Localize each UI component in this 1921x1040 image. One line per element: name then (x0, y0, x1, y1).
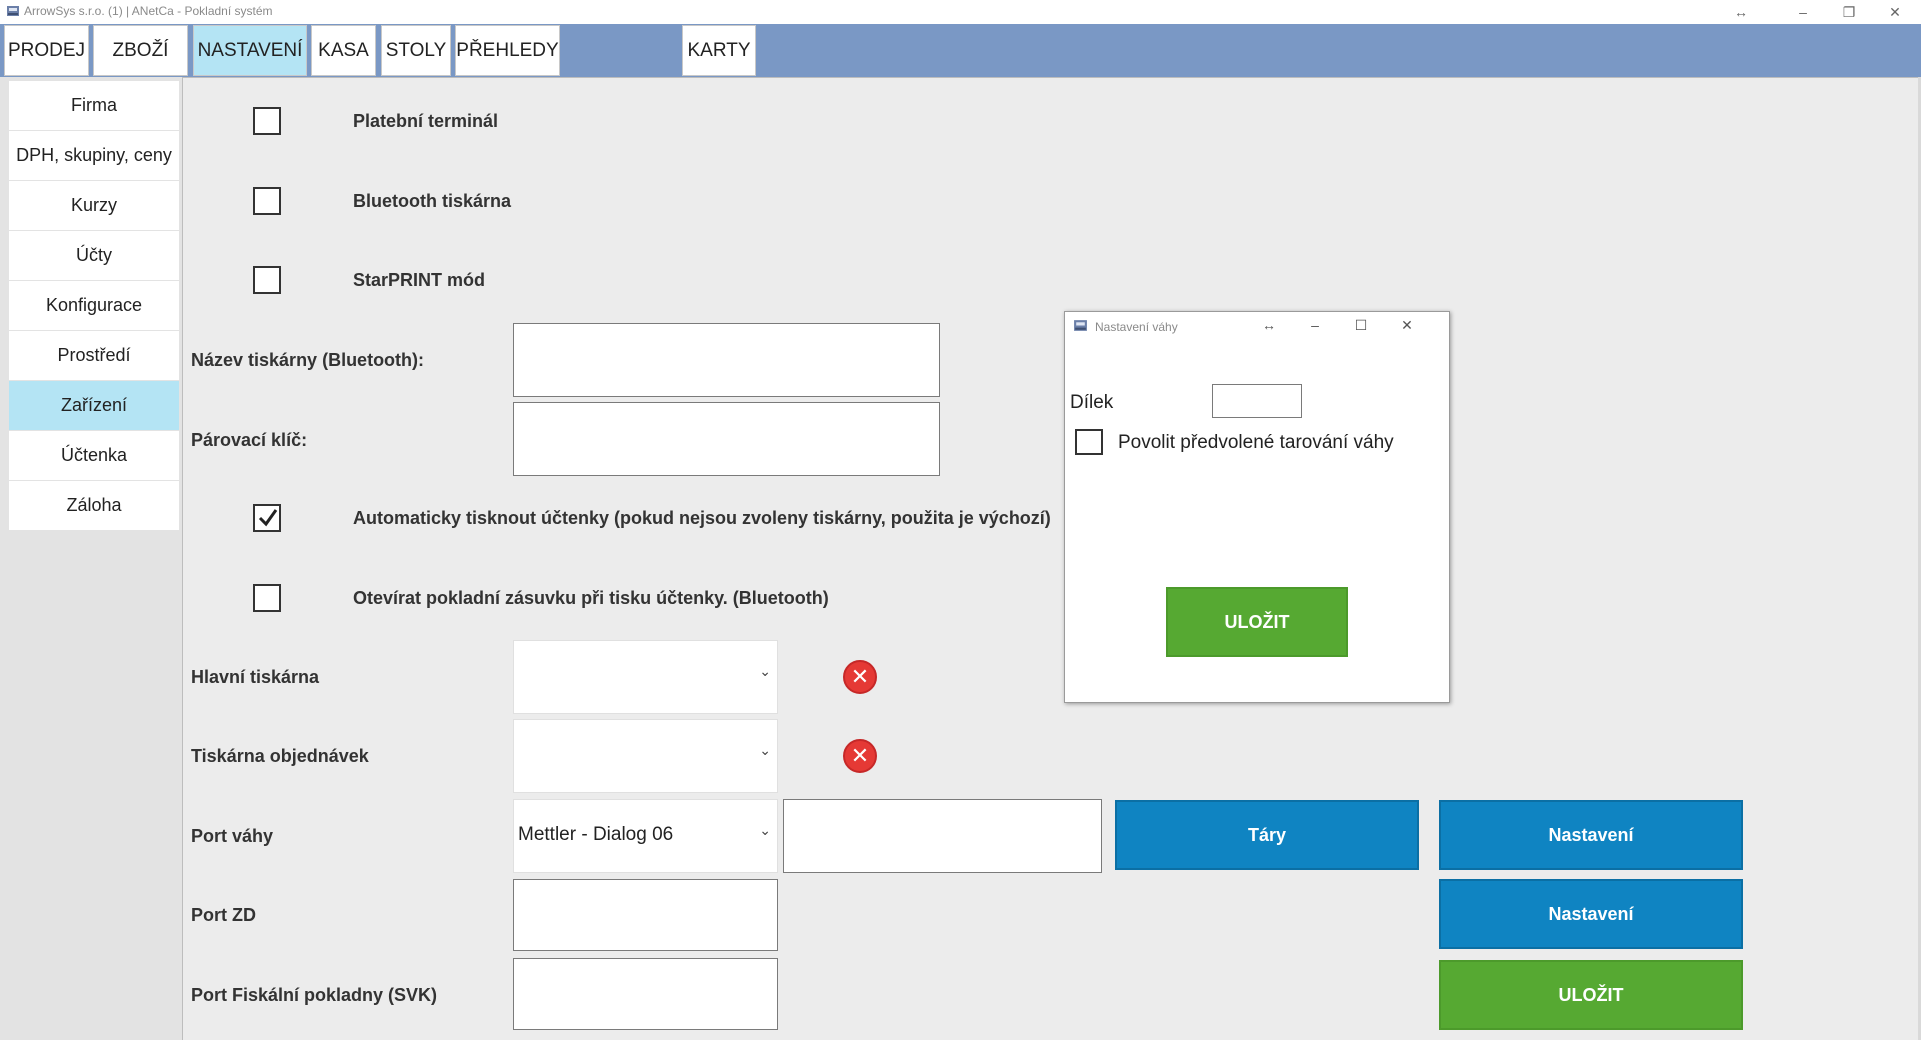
sidebar-item-dph[interactable]: DPH, skupiny, ceny (9, 131, 179, 180)
main-menu-bar: PRODEJ ZBOŽÍ NASTAVENÍ KASA STOLY PŘEHLE… (0, 24, 1921, 77)
close-button[interactable]: ✕ (1872, 0, 1918, 24)
menu-kasa[interactable]: KASA (311, 25, 376, 76)
scale-settings-dialog: Nastavení váhy ↔ – ☐ ✕ Dílek Povolit pře… (1064, 311, 1450, 703)
menu-karty[interactable]: KARTY (682, 25, 756, 76)
payment-terminal-checkbox[interactable] (253, 107, 281, 135)
zd-port-label: Port ZD (191, 905, 256, 925)
scale-port-label: Port váhy (191, 826, 274, 846)
sidebar-item-zaloha[interactable]: Záloha (9, 481, 179, 530)
menu-stoly[interactable]: STOLY (381, 25, 451, 76)
bluetooth-printer-checkbox[interactable] (253, 187, 281, 215)
scale-settings-button[interactable]: Nastavení (1439, 800, 1743, 870)
sidebar-item-konfigurace[interactable]: Konfigurace (9, 281, 179, 330)
menu-zbozi[interactable]: ZBOŽÍ (93, 25, 188, 76)
tare-preset-checkbox[interactable] (1075, 429, 1103, 455)
dilek-input[interactable] (1212, 384, 1302, 418)
order-printer-label: Tiskárna objednávek (191, 746, 369, 766)
zd-port-input[interactable] (513, 879, 778, 951)
scale-port-extra-input[interactable] (783, 799, 1102, 873)
tare-button[interactable]: Táry (1115, 800, 1419, 870)
menu-nastaveni[interactable]: NASTAVENÍ (193, 25, 307, 76)
menu-prehledy[interactable]: PŘEHLEDY (455, 25, 560, 76)
restore-button[interactable]: ❐ (1826, 0, 1872, 24)
printer-name-input[interactable] (513, 323, 940, 397)
app-icon (1074, 320, 1087, 331)
pairing-key-input[interactable] (513, 402, 940, 476)
scale-port-value: Mettler - Dialog 06 (518, 824, 674, 845)
printer-name-label: Název tiskárny (Bluetooth): (191, 350, 425, 370)
dialog-title: Nastavení váhy (1095, 320, 1178, 334)
bluetooth-printer-label: Bluetooth tiskárna (353, 191, 512, 211)
clear-main-printer-icon[interactable]: ✕ (843, 660, 877, 694)
resize-icon[interactable]: ↔ (1251, 314, 1287, 336)
sidebar-item-ucty[interactable]: Účty (9, 231, 179, 280)
dialog-maximize-button[interactable]: ☐ (1343, 314, 1379, 336)
pairing-key-label: Párovací klíč: (191, 430, 308, 450)
main-printer-label: Hlavní tiskárna (191, 667, 320, 687)
chevron-down-icon: ⌄ (759, 663, 771, 679)
starprint-label: StarPRINT mód (353, 270, 486, 290)
title-bar: ArrowSys s.r.o. (1) | ANetCa - Pokladní … (0, 0, 1921, 24)
fiscal-port-input[interactable] (513, 958, 778, 1030)
device-settings-panel: Platební terminál Bluetooth tiskárna Sta… (182, 77, 1921, 1040)
clear-order-printer-icon[interactable]: ✕ (843, 739, 877, 773)
minimize-button[interactable]: – (1780, 0, 1826, 24)
menu-prodej[interactable]: PRODEJ (4, 25, 89, 76)
dialog-minimize-button[interactable]: – (1297, 314, 1333, 336)
sidebar-item-zarizeni[interactable]: Zařízení (9, 381, 179, 430)
resize-icon[interactable]: ↔ (1718, 0, 1764, 24)
main-printer-select[interactable]: ⌄ (513, 640, 778, 714)
tare-preset-label: Povolit předvolené tarování váhy (1118, 432, 1394, 453)
save-button[interactable]: ULOŽIT (1439, 960, 1743, 1030)
checkmark-icon (258, 509, 278, 527)
app-icon (7, 6, 19, 16)
zd-settings-button[interactable]: Nastavení (1439, 879, 1743, 949)
open-drawer-label: Otevírat pokladní zásuvku při tisku účte… (353, 588, 829, 608)
order-printer-select[interactable]: ⌄ (513, 719, 778, 793)
dilek-label: Dílek (1070, 392, 1114, 413)
open-drawer-checkbox[interactable] (253, 584, 281, 612)
auto-print-label: Automaticky tisknout účtenky (pokud nejs… (353, 508, 1051, 528)
auto-print-checkbox[interactable] (253, 504, 281, 532)
dialog-close-button[interactable]: ✕ (1389, 314, 1425, 336)
fiscal-port-label: Port Fiskální pokladny (SVK) (191, 985, 438, 1005)
window-title: ArrowSys s.r.o. (1) | ANetCa - Pokladní … (24, 4, 273, 18)
scale-port-select[interactable]: Mettler - Dialog 06 ⌄ (513, 799, 778, 873)
payment-terminal-label: Platební terminál (353, 111, 499, 131)
settings-sidebar: Firma DPH, skupiny, ceny Kurzy Účty Konf… (0, 77, 182, 1040)
sidebar-item-kurzy[interactable]: Kurzy (9, 181, 179, 230)
sidebar-item-uctenka[interactable]: Účtenka (9, 431, 179, 480)
sidebar-item-firma[interactable]: Firma (9, 81, 179, 130)
dialog-save-button[interactable]: ULOŽIT (1166, 587, 1348, 657)
chevron-down-icon: ⌄ (759, 822, 771, 838)
sidebar-item-prostredi[interactable]: Prostředí (9, 331, 179, 380)
starprint-checkbox[interactable] (253, 266, 281, 294)
chevron-down-icon: ⌄ (759, 742, 771, 758)
